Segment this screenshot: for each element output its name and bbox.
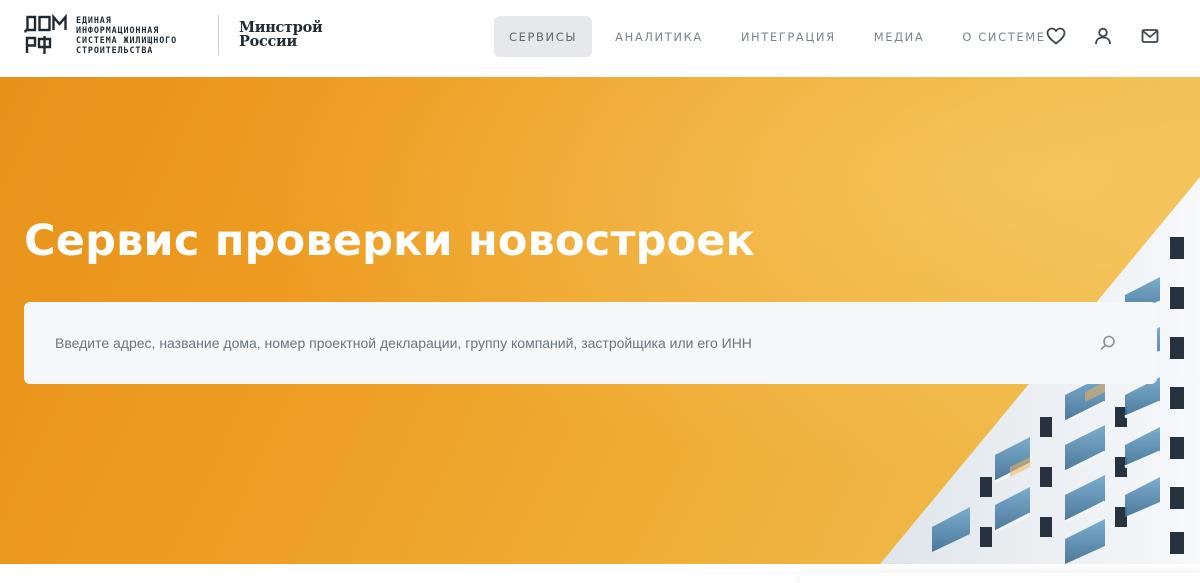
hero-banner: Сервис проверки новостроек: [0, 77, 1200, 564]
main-nav: СЕРВИСЫ АНАЛИТИКА ИНТЕГРАЦИЯ МЕДИА О СИС…: [494, 16, 1061, 57]
search-icon[interactable]: [1099, 334, 1117, 352]
logo-line: информационная: [76, 25, 160, 35]
search-input[interactable]: [55, 335, 1085, 351]
user-icon: [1095, 27, 1111, 45]
nav-item-services[interactable]: СЕРВИСЫ: [494, 16, 593, 57]
site-header: Единая информационная система жилищного …: [0, 0, 1200, 77]
ministry-line: России: [239, 33, 297, 50]
profile-button[interactable]: [1091, 24, 1115, 48]
nav-item-media[interactable]: МЕДИА: [859, 16, 940, 57]
favorites-button[interactable]: [1044, 24, 1068, 48]
domrf-logo-icon: [24, 14, 67, 54]
logo-group[interactable]: Единая информационная система жилищного …: [24, 13, 323, 57]
messages-button[interactable]: [1138, 24, 1162, 48]
content-card-edge: [800, 573, 1200, 583]
header-actions: [1044, 24, 1162, 48]
nav-item-integration[interactable]: ИНТЕГРАЦИЯ: [726, 16, 851, 57]
mail-icon: [1141, 29, 1159, 43]
logo-line: строительства: [76, 45, 154, 55]
nav-item-analytics[interactable]: АНАЛИТИКА: [600, 16, 718, 57]
page-title: Сервис проверки новостроек: [24, 216, 756, 266]
logo-divider: [218, 15, 219, 55]
logo-line: система жилищного: [76, 35, 178, 45]
logo-line: Единая: [76, 15, 112, 25]
heart-icon: [1046, 27, 1066, 45]
search-box[interactable]: [24, 302, 1157, 384]
logo-caption: Единая информационная система жилищного …: [76, 15, 200, 55]
ministry-logo[interactable]: Минстрой России: [239, 20, 323, 50]
